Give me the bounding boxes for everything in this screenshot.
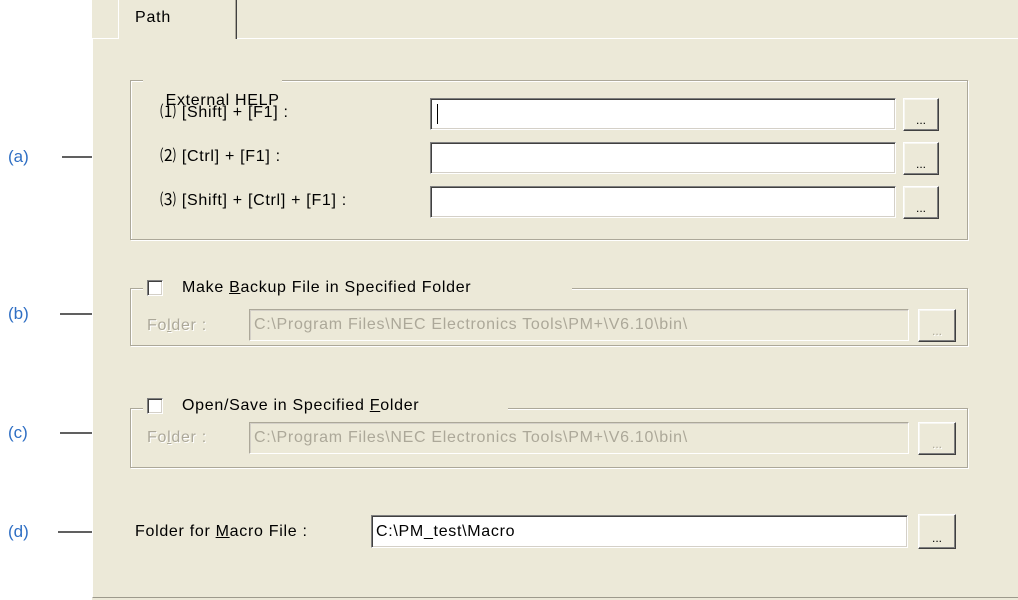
label-text: der : (171, 429, 207, 446)
open-save-folder-browse-button-label: ... (931, 437, 942, 451)
external-help-group-title: External HELP (143, 71, 282, 109)
external-help-title-text: External HELP (165, 92, 280, 109)
shift-f1-browse-button[interactable]: ... (903, 98, 939, 131)
label-text: der : (171, 317, 207, 334)
shift-f1-help-path-input[interactable] (430, 98, 896, 130)
label-text: older (380, 397, 420, 414)
ctrl-f1-browse-button[interactable]: ... (903, 142, 939, 175)
backup-folder-checkbox-label[interactable]: Make Backup File in Specified Folder (182, 278, 471, 298)
open-save-folder-checkbox-label[interactable]: Open/Save in Specified Folder (182, 396, 419, 416)
annotation-label-d: (d) (8, 522, 29, 541)
mnemonic-letter: F (369, 397, 381, 414)
label-text: ackup File in Specified Folder (240, 279, 472, 296)
backup-folder-group-title: Make Backup File in Specified Folder (143, 278, 572, 298)
open-save-folder-group-title: Open/Save in Specified Folder (143, 396, 508, 416)
backup-folder-browse-button[interactable]: ... (918, 309, 956, 342)
label-text: acro File : (229, 523, 308, 540)
ctrl-f1-browse-button-label: ... (915, 157, 926, 171)
ctrl-f1-label: ⑵ [Ctrl] + [F1] : (160, 148, 281, 165)
tab-path-label: Path (135, 9, 172, 26)
macro-folder-path-input[interactable] (371, 515, 908, 548)
macro-folder-browse-button[interactable]: ... (918, 514, 956, 549)
open-save-folder-browse-button[interactable]: ... (918, 422, 956, 455)
label-text: Make (182, 279, 230, 296)
macro-folder-browse-button-label: ... (931, 531, 942, 545)
shift-ctrl-f1-browse-button-label: ... (915, 201, 926, 215)
annotation-label-c: (c) (8, 423, 28, 442)
ctrl-f1-help-path-input[interactable] (430, 142, 896, 174)
backup-folder-path-input[interactable] (249, 309, 909, 341)
shift-f1-browse-button-label: ... (915, 113, 926, 127)
open-save-folder-path-input[interactable] (249, 422, 909, 454)
annotation-label-a: (a) (8, 147, 29, 166)
open-save-folder-checkbox[interactable] (147, 398, 163, 414)
screenshot: (a) (b) (c) (d) Path External HELP ⑴ [Sh… (0, 0, 1018, 600)
label-text: Open/Save in Specified (182, 397, 370, 414)
mnemonic-letter: M (215, 523, 230, 540)
backup-folder-browse-button-label: ... (931, 324, 942, 338)
shift-ctrl-f1-label: ⑶ [Shift] + [Ctrl] + [F1] : (160, 192, 347, 209)
text-cursor (437, 104, 438, 124)
backup-folder-checkbox[interactable] (147, 280, 163, 296)
label-text: Folder for (135, 523, 216, 540)
macro-folder-label: Folder for Macro File : (135, 522, 308, 542)
annotation-label-b: (b) (8, 304, 29, 323)
shift-ctrl-f1-help-path-input[interactable] (430, 186, 896, 218)
mnemonic-letter: B (229, 279, 241, 296)
tab-path[interactable]: Path (118, 0, 237, 39)
shift-ctrl-f1-browse-button[interactable]: ... (903, 186, 939, 219)
